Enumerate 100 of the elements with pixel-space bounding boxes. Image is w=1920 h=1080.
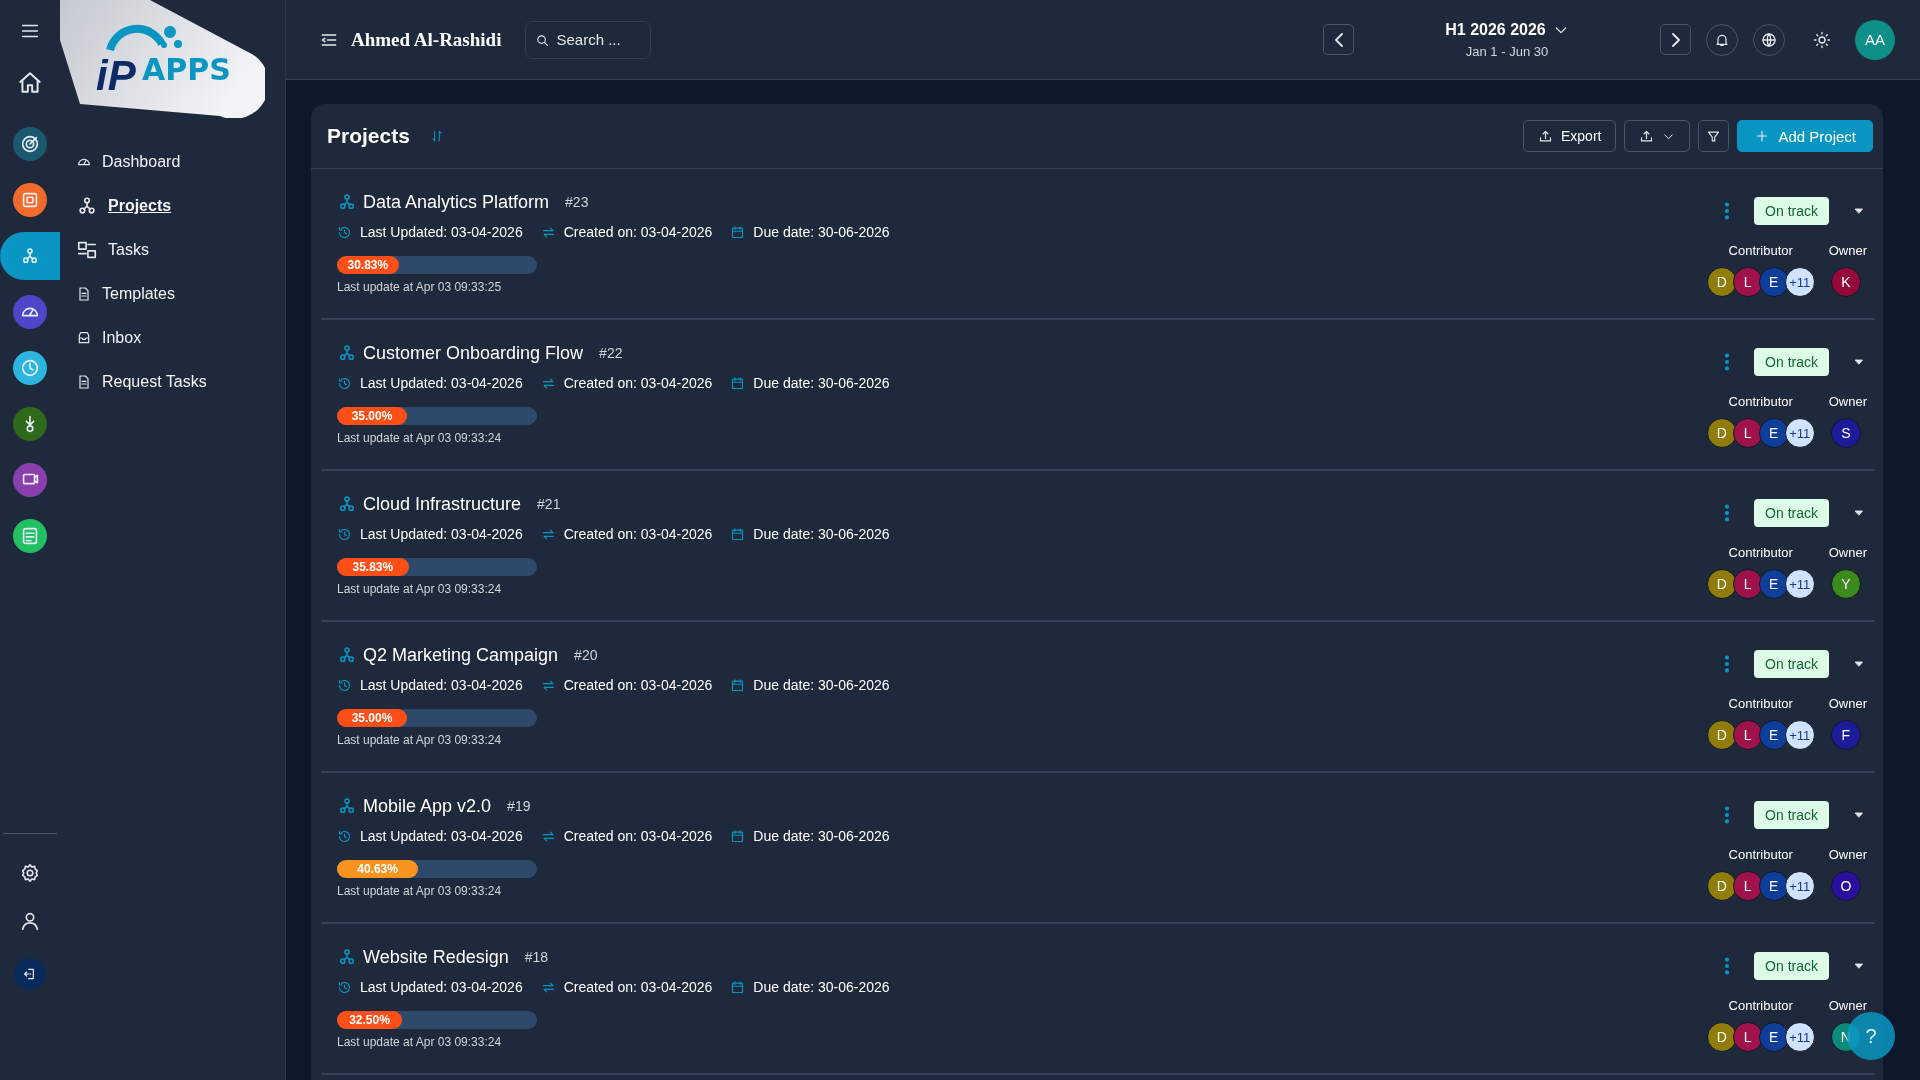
rail-item[interactable] bbox=[13, 127, 47, 161]
contributor-avatar[interactable]: D bbox=[1706, 418, 1737, 448]
last-update-time: Last update at Apr 03 09:33:24 bbox=[337, 884, 503, 898]
project-number: #19 bbox=[507, 798, 531, 814]
created-date: Created on: 03-04-2026 bbox=[563, 677, 713, 693]
network-icon bbox=[76, 195, 98, 217]
owner-avatar[interactable]: O bbox=[1830, 871, 1861, 901]
status-badge[interactable]: On track bbox=[1754, 801, 1829, 829]
project-number: #20 bbox=[574, 647, 598, 663]
contributor-avatar[interactable]: L bbox=[1732, 871, 1763, 901]
more-contributors-badge[interactable]: +11 bbox=[1784, 1022, 1815, 1052]
rail-item[interactable] bbox=[13, 351, 47, 385]
upload-icon bbox=[1538, 128, 1553, 144]
contributor-avatar[interactable]: E bbox=[1758, 569, 1789, 599]
export-dropdown[interactable] bbox=[1624, 120, 1691, 152]
owner-label: Owner bbox=[1828, 998, 1867, 1013]
nav-item[interactable]: Inbox bbox=[102, 329, 142, 347]
owner-avatar[interactable]: S bbox=[1830, 418, 1861, 448]
chevron-right-icon bbox=[1671, 32, 1680, 47]
status-badge[interactable]: On track bbox=[1754, 197, 1829, 225]
contributor-avatar[interactable]: L bbox=[1732, 418, 1763, 448]
owner-avatar[interactable]: Y bbox=[1830, 569, 1861, 599]
last-updated-date: Last Updated: 03-04-2026 bbox=[360, 828, 523, 844]
network-icon bbox=[337, 645, 357, 665]
project-name[interactable]: Data Analytics Platform bbox=[363, 191, 550, 213]
contributor-avatar[interactable]: L bbox=[1732, 267, 1763, 297]
project-name[interactable]: Mobile App v2.0 bbox=[363, 795, 492, 817]
theme-icon[interactable] bbox=[1813, 30, 1831, 49]
progress-percent: 35.00% bbox=[351, 409, 393, 423]
more-contributors-badge[interactable]: +11 bbox=[1784, 267, 1815, 297]
project-name[interactable]: Website Redesign bbox=[363, 946, 509, 968]
last-update-time: Last update at Apr 03 09:33:24 bbox=[337, 431, 503, 445]
calendar-icon bbox=[730, 224, 746, 240]
nav-item[interactable]: Tasks bbox=[108, 241, 149, 259]
contributor-avatar[interactable]: E bbox=[1758, 267, 1789, 297]
contributor-label: Contributor bbox=[1728, 545, 1793, 560]
contributor-avatar[interactable]: D bbox=[1706, 267, 1737, 297]
project-name[interactable]: Q2 Marketing Campaign bbox=[363, 644, 559, 666]
more-contributors-badge[interactable]: +11 bbox=[1784, 569, 1815, 599]
last-updated-date: Last Updated: 03-04-2026 bbox=[360, 677, 523, 693]
contributor-avatar[interactable]: L bbox=[1732, 720, 1763, 750]
upload-icon bbox=[1639, 128, 1655, 144]
contributor-avatar[interactable]: D bbox=[1706, 1022, 1737, 1052]
swap-icon bbox=[540, 979, 556, 995]
nav-item[interactable]: Projects bbox=[108, 197, 172, 215]
rail-item[interactable] bbox=[13, 295, 47, 329]
user-icon[interactable] bbox=[19, 910, 41, 932]
contributor-label: Contributor bbox=[1728, 998, 1793, 1013]
period-selector[interactable]: H1 2026 2026 bbox=[1445, 20, 1546, 39]
rail-item[interactable] bbox=[0, 232, 60, 280]
status-badge[interactable]: On track bbox=[1754, 650, 1829, 678]
contributor-avatar[interactable]: L bbox=[1732, 1022, 1763, 1052]
rail-item[interactable] bbox=[13, 463, 47, 497]
created-date: Created on: 03-04-2026 bbox=[563, 375, 713, 391]
nav-item[interactable]: Dashboard bbox=[102, 153, 181, 171]
contributor-avatar[interactable]: D bbox=[1706, 569, 1737, 599]
sort-icon[interactable] bbox=[429, 129, 444, 143]
settings-icon[interactable] bbox=[19, 862, 41, 884]
nav-item[interactable]: Request Tasks bbox=[102, 373, 207, 391]
rail-item[interactable] bbox=[13, 183, 47, 217]
rail-item[interactable] bbox=[13, 519, 47, 553]
swap-icon bbox=[540, 375, 556, 391]
history-icon bbox=[337, 979, 352, 995]
more-contributors-badge[interactable]: +11 bbox=[1784, 720, 1815, 750]
export-button[interactable]: Export bbox=[1523, 120, 1617, 152]
owner-avatar[interactable]: F bbox=[1830, 720, 1861, 750]
contributor-avatar[interactable]: D bbox=[1706, 871, 1737, 901]
date-range: Jan 1 - Jun 30 bbox=[1465, 43, 1549, 59]
contributor-avatar[interactable]: E bbox=[1758, 418, 1789, 448]
project-name[interactable]: Cloud Infrastructure bbox=[363, 493, 522, 515]
contributor-avatar[interactable]: E bbox=[1758, 720, 1789, 750]
status-badge[interactable]: On track bbox=[1754, 952, 1829, 980]
next-button[interactable] bbox=[1660, 24, 1691, 55]
user-avatar[interactable]: AA bbox=[1855, 19, 1895, 60]
contributor-avatar[interactable]: D bbox=[1706, 720, 1737, 750]
owner-avatar[interactable]: K bbox=[1830, 267, 1861, 297]
status-badge[interactable]: On track bbox=[1754, 499, 1829, 527]
contributor-avatar[interactable]: E bbox=[1758, 1022, 1789, 1052]
more-contributors-badge[interactable]: +11 bbox=[1784, 871, 1815, 901]
more-contributors-badge[interactable]: +11 bbox=[1784, 418, 1815, 448]
logout-button[interactable] bbox=[14, 958, 46, 990]
rail-item[interactable] bbox=[13, 407, 47, 441]
home-icon[interactable] bbox=[17, 70, 43, 96]
progress-percent: 35.83% bbox=[352, 560, 394, 574]
status-badge[interactable]: On track bbox=[1754, 348, 1829, 376]
search-icon bbox=[535, 32, 551, 48]
inbox-icon bbox=[76, 330, 92, 346]
filter-icon bbox=[1706, 128, 1722, 144]
search-field[interactable]: Search ... bbox=[525, 20, 652, 59]
nav-item[interactable]: Templates bbox=[102, 285, 175, 303]
history-icon bbox=[337, 828, 352, 844]
history-icon bbox=[337, 375, 352, 391]
contributor-avatar[interactable]: E bbox=[1758, 871, 1789, 901]
contributor-avatar[interactable]: L bbox=[1732, 569, 1763, 599]
project-name[interactable]: Customer Onboarding Flow bbox=[363, 342, 584, 364]
swap-icon bbox=[540, 677, 556, 693]
filter-button[interactable] bbox=[1698, 120, 1730, 152]
created-date: Created on: 03-04-2026 bbox=[563, 224, 713, 240]
previous-button[interactable] bbox=[1323, 24, 1354, 55]
created-date: Created on: 03-04-2026 bbox=[563, 526, 713, 542]
